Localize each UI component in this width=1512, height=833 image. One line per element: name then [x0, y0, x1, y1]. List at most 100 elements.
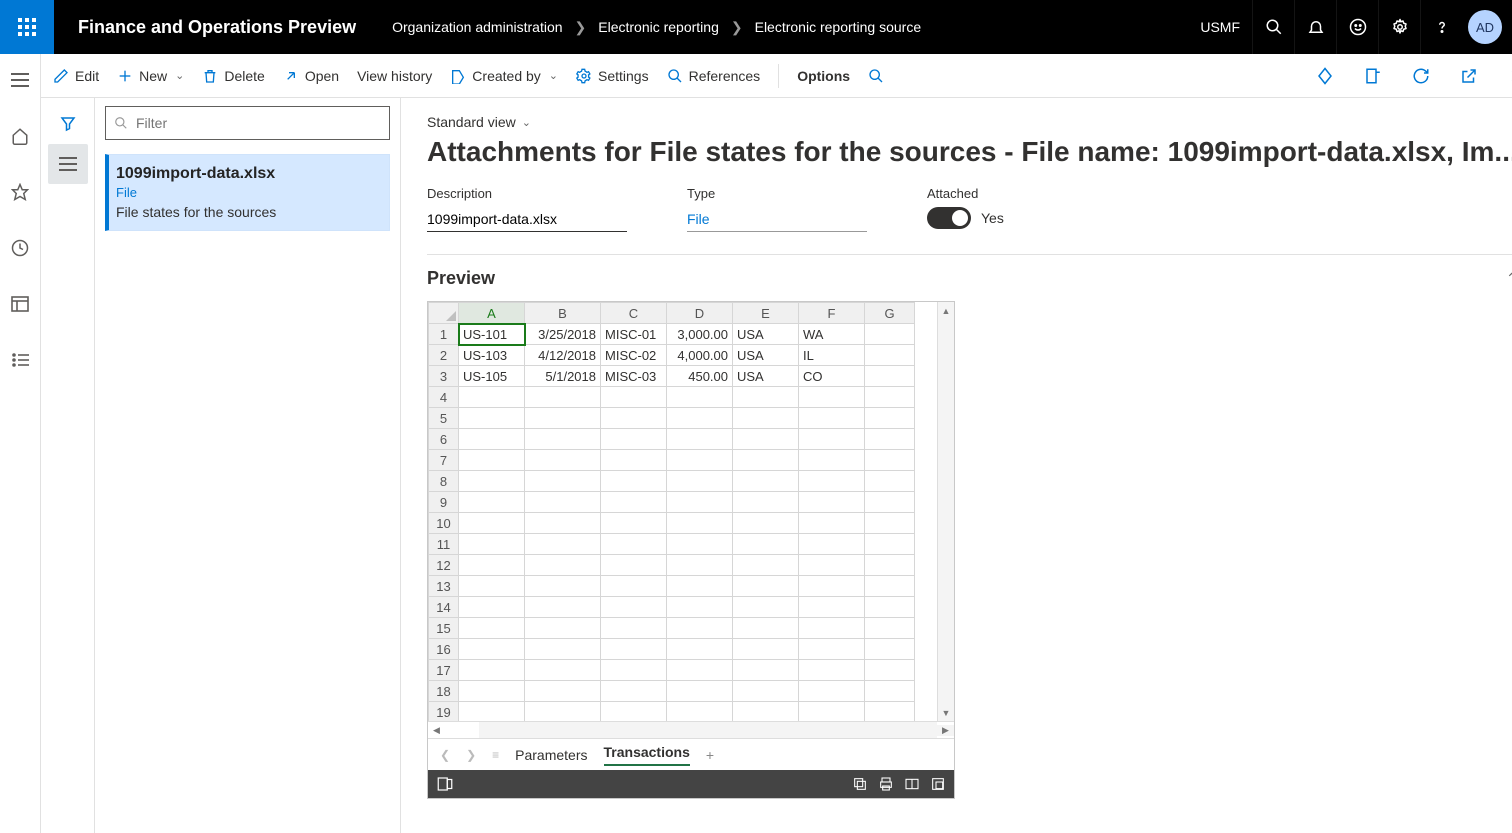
cell[interactable]: [601, 429, 667, 450]
col-header[interactable]: B: [525, 303, 601, 324]
row-header[interactable]: 14: [429, 597, 459, 618]
row-header[interactable]: 13: [429, 576, 459, 597]
sheet-prev-icon[interactable]: ❮: [440, 748, 450, 762]
cell[interactable]: [459, 660, 525, 681]
spreadsheet-grid[interactable]: ABCDEFG1US-1013/25/2018MISC-013,000.00US…: [428, 302, 915, 721]
cell[interactable]: [799, 450, 865, 471]
clock-icon[interactable]: [0, 230, 40, 266]
cell[interactable]: [525, 429, 601, 450]
cell[interactable]: 3/25/2018: [525, 324, 601, 345]
cell[interactable]: [525, 555, 601, 576]
cell[interactable]: [667, 387, 733, 408]
row-header[interactable]: 16: [429, 639, 459, 660]
cell[interactable]: [525, 576, 601, 597]
new-button[interactable]: New⌄: [117, 68, 184, 84]
cell[interactable]: [733, 681, 799, 702]
cell[interactable]: MISC-01: [601, 324, 667, 345]
search-action-icon[interactable]: [868, 68, 884, 84]
row-header[interactable]: 10: [429, 513, 459, 534]
cell[interactable]: [865, 576, 915, 597]
fullscreen-icon[interactable]: [930, 776, 946, 792]
filter-funnel-icon[interactable]: [48, 104, 88, 144]
row-header[interactable]: 17: [429, 660, 459, 681]
cell[interactable]: 4,000.00: [667, 345, 733, 366]
cell[interactable]: [799, 618, 865, 639]
delete-button[interactable]: Delete: [202, 68, 264, 84]
cell[interactable]: [459, 597, 525, 618]
cell[interactable]: [525, 660, 601, 681]
cell[interactable]: [667, 639, 733, 660]
col-header[interactable]: F: [799, 303, 865, 324]
cell[interactable]: USA: [733, 366, 799, 387]
cell[interactable]: [733, 492, 799, 513]
help-icon[interactable]: [1420, 0, 1462, 54]
cell[interactable]: [865, 618, 915, 639]
cell[interactable]: [799, 681, 865, 702]
scroll-left-icon[interactable]: ◀: [428, 725, 445, 736]
cell[interactable]: [601, 597, 667, 618]
cell[interactable]: [799, 429, 865, 450]
cell[interactable]: [601, 450, 667, 471]
cell[interactable]: [601, 681, 667, 702]
attach-icon[interactable]: [1310, 67, 1340, 85]
sheet-all-icon[interactable]: ≡: [492, 748, 499, 762]
cell[interactable]: 450.00: [667, 366, 733, 387]
cell[interactable]: [799, 660, 865, 681]
cell[interactable]: [667, 492, 733, 513]
cell[interactable]: [459, 408, 525, 429]
cell[interactable]: [799, 702, 865, 722]
cell[interactable]: [733, 429, 799, 450]
row-header[interactable]: 3: [429, 366, 459, 387]
cell[interactable]: [865, 513, 915, 534]
cell[interactable]: [799, 576, 865, 597]
cell[interactable]: [459, 492, 525, 513]
row-header[interactable]: 4: [429, 387, 459, 408]
cell[interactable]: WA: [799, 324, 865, 345]
cell[interactable]: [733, 408, 799, 429]
avatar[interactable]: AD: [1468, 10, 1502, 44]
cell[interactable]: [459, 555, 525, 576]
settings-button[interactable]: Settings: [576, 68, 649, 84]
cell[interactable]: [459, 471, 525, 492]
cell[interactable]: [733, 513, 799, 534]
cell[interactable]: [667, 555, 733, 576]
cell[interactable]: [667, 576, 733, 597]
col-header[interactable]: A: [459, 303, 525, 324]
cell[interactable]: [667, 597, 733, 618]
created-by-button[interactable]: Created by⌄: [450, 68, 558, 84]
reading-view-icon[interactable]: [904, 776, 920, 792]
cell[interactable]: [459, 639, 525, 660]
cell[interactable]: [799, 492, 865, 513]
cell[interactable]: [459, 513, 525, 534]
cell[interactable]: [601, 639, 667, 660]
row-header[interactable]: 11: [429, 534, 459, 555]
cell[interactable]: [799, 471, 865, 492]
cell[interactable]: 4/12/2018: [525, 345, 601, 366]
cell[interactable]: [865, 324, 915, 345]
app-launcher-icon[interactable]: [0, 0, 54, 54]
cell[interactable]: [525, 492, 601, 513]
cell[interactable]: [667, 408, 733, 429]
cell[interactable]: [865, 387, 915, 408]
cell[interactable]: [667, 450, 733, 471]
preview-header[interactable]: Preview ⌃: [427, 255, 1512, 301]
cell[interactable]: [733, 576, 799, 597]
cell[interactable]: [865, 681, 915, 702]
add-sheet-icon[interactable]: +: [706, 747, 714, 763]
cell[interactable]: [865, 471, 915, 492]
cell[interactable]: USA: [733, 345, 799, 366]
print-icon[interactable]: [878, 776, 894, 792]
home-icon[interactable]: [0, 118, 40, 154]
horizontal-scrollbar[interactable]: ◀ ▶: [428, 721, 954, 738]
cell[interactable]: [459, 429, 525, 450]
cell[interactable]: [459, 534, 525, 555]
cell[interactable]: USA: [733, 324, 799, 345]
cell[interactable]: [733, 534, 799, 555]
cell[interactable]: [459, 450, 525, 471]
breadcrumb-item[interactable]: Organization administration: [392, 19, 562, 35]
cell[interactable]: [601, 660, 667, 681]
view-selector[interactable]: Standard view⌄: [427, 114, 1512, 130]
cell[interactable]: [865, 345, 915, 366]
star-icon[interactable]: [0, 174, 40, 210]
cell[interactable]: IL: [799, 345, 865, 366]
